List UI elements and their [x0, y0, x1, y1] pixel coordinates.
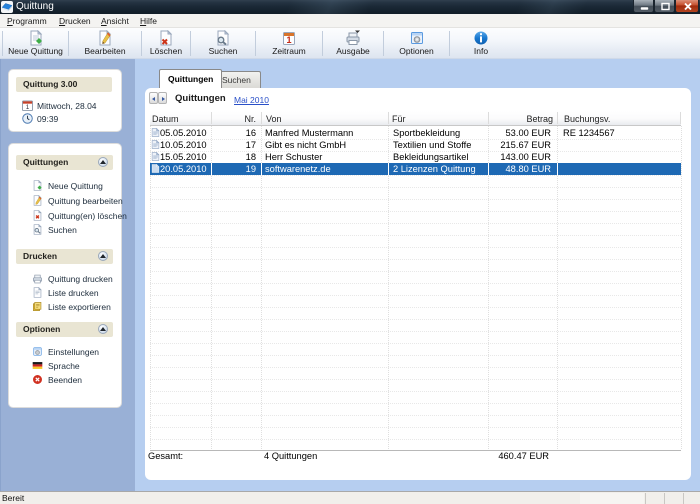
svg-text:1: 1 — [26, 104, 30, 111]
svg-text:1: 1 — [286, 35, 291, 45]
